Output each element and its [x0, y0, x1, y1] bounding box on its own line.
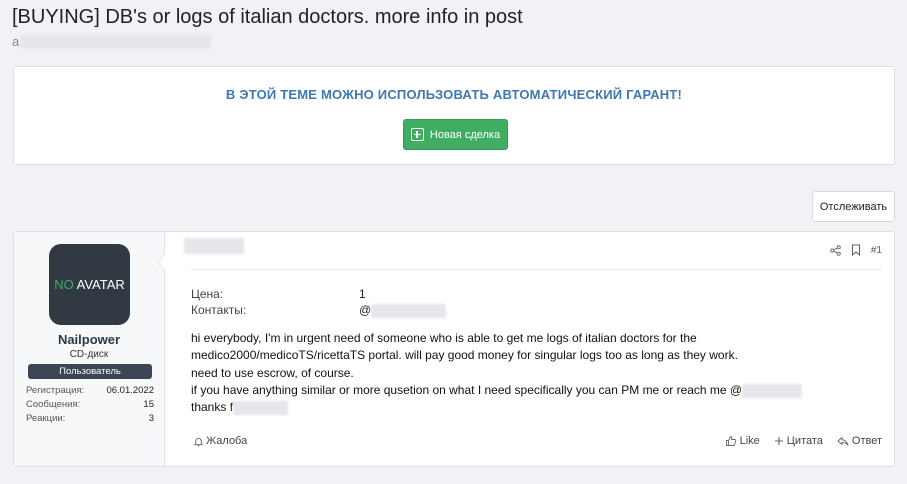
field-contacts: Контакты: @ — [191, 303, 447, 318]
new-deal-button[interactable]: Новая сделка — [403, 119, 508, 150]
body-line: if you have anything similar or more qus… — [191, 382, 743, 397]
contacts-at: @ — [359, 303, 372, 317]
stat-messages: Сообщения: 15 — [26, 399, 154, 410]
redacted-handle — [742, 383, 803, 398]
redacted-contact — [371, 303, 447, 318]
like-label: Like — [739, 435, 760, 447]
stat-label: Сообщения: — [26, 399, 81, 410]
redacted-signature — [233, 401, 289, 416]
post-header-divider — [191, 269, 882, 270]
contacts-label: Контакты: — [191, 303, 247, 317]
redacted-author — [21, 34, 212, 49]
body-line: need to use escrow, of course. — [191, 365, 354, 380]
post-body: hi everybody, I'm in urgent need of some… — [191, 330, 891, 416]
user-title: CD-диск — [69, 349, 109, 360]
post-footer-actions: Like Цитата Ответ — [725, 435, 882, 447]
stat-value: 15 — [143, 399, 154, 410]
stat-reactions: Реакции: 3 — [26, 413, 154, 424]
post-actions-top: #1 — [830, 244, 882, 256]
body-line: thanks f — [191, 400, 234, 415]
share-icon[interactable] — [830, 244, 841, 256]
field-price: Цена: 1 — [191, 287, 366, 301]
avatar-no-text: NO — [54, 277, 74, 292]
stat-label: Регистрация: — [26, 385, 85, 396]
body-line-thanks: thanks f — [191, 399, 891, 416]
price-value: 1 — [359, 287, 366, 301]
redacted-date — [184, 238, 244, 254]
reply-label: Ответ — [851, 435, 882, 447]
stat-label: Реакции: — [26, 413, 66, 424]
body-line-with-handle: if you have anything similar or more qus… — [191, 382, 891, 399]
contacts-value: @ — [359, 303, 447, 318]
quote-label: Цитата — [786, 435, 823, 447]
quote-button[interactable]: Цитата — [774, 435, 823, 447]
report-link[interactable]: Жалоба — [193, 435, 247, 447]
stat-registration: Регистрация: 06.01.2022 — [26, 385, 154, 396]
bell-icon — [193, 437, 204, 446]
post-main: #1 Цена: 1 Контакты: @ hi everybody, I'm… — [179, 232, 894, 466]
reply-button[interactable]: Ответ — [837, 435, 882, 447]
body-line: medico2000/medicoTS/ricettaTS portal. wi… — [191, 348, 738, 363]
thread-author-line: a — [12, 33, 212, 50]
bookmark-icon[interactable] — [851, 244, 861, 256]
new-deal-label: Новая сделка — [429, 128, 501, 141]
watch-thread-button[interactable]: Отслеживать — [812, 191, 895, 222]
thumbs-up-icon — [725, 436, 736, 446]
author-initial: a — [12, 34, 20, 49]
plus-square-icon — [410, 128, 424, 141]
price-label: Цена: — [191, 287, 224, 301]
reply-icon — [837, 436, 849, 446]
post-number[interactable]: #1 — [871, 245, 882, 256]
like-button[interactable]: Like — [725, 435, 760, 447]
post: NO AVATAR Nailpower CD-диск Пользователь… — [13, 231, 895, 467]
avatar[interactable]: NO AVATAR — [49, 244, 130, 325]
username[interactable]: Nailpower — [14, 332, 164, 347]
guarantee-notice: В ЭТОЙ ТЕМЕ МОЖНО ИСПОЛЬЗОВАТЬ АВТОМАТИЧ… — [225, 87, 683, 102]
report-label: Жалоба — [206, 435, 248, 447]
thread-title: [BUYING] DB's or logs of italian doctors… — [12, 6, 523, 28]
body-line: hi everybody, I'm in urgent need of some… — [191, 331, 697, 345]
stat-value: 06.01.2022 — [106, 385, 154, 396]
post-user-panel: NO AVATAR Nailpower CD-диск Пользователь… — [14, 232, 165, 466]
plus-icon — [774, 437, 783, 445]
user-banner: Пользователь — [28, 364, 152, 379]
avatar-avatar-text: AVATAR — [73, 277, 125, 292]
stat-value: 3 — [148, 413, 154, 424]
guarantee-banner: В ЭТОЙ ТЕМЕ МОЖНО ИСПОЛЬЗОВАТЬ АВТОМАТИЧ… — [13, 66, 895, 165]
